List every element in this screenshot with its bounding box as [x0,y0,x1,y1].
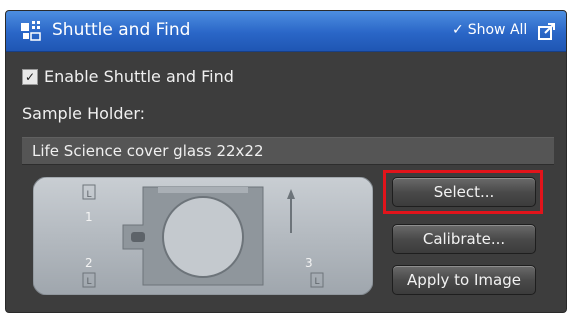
marker-1-letter: L [86,190,91,200]
apply-to-image-button[interactable]: Apply to Image [392,265,536,295]
sample-holder-preview: L 1 2 L 3 L [33,177,373,295]
marker-1-label: 1 [85,210,93,224]
sample-holder-label: Sample Holder: [22,104,146,123]
sample-holder-value: Life Science cover glass 22x22 [32,142,264,160]
calibrate-button[interactable]: Calibrate... [392,224,536,254]
sample-holder-field[interactable]: Life Science cover glass 22x22 [22,137,554,165]
show-all-label: Show All [467,22,528,38]
undock-icon[interactable] [537,21,557,41]
shuttle-find-icon [21,21,41,41]
marker-3-label: 3 [305,256,313,270]
shuttle-and-find-panel: Shuttle and Find ✓ Show All ✓ Enable Shu… [5,10,567,313]
checkmark-icon: ✓ [452,22,464,38]
show-all-toggle[interactable]: ✓ Show All [452,22,527,38]
select-button[interactable]: Select... [392,177,536,207]
enable-checkbox[interactable]: ✓ [22,68,38,85]
panel-header: Shuttle and Find ✓ Show All [6,11,566,52]
marker-3-letter: L [314,277,319,287]
panel-title: Shuttle and Find [52,20,191,40]
marker-2-label: 2 [85,256,93,270]
enable-shuttle-row[interactable]: ✓ Enable Shuttle and Find [22,67,234,86]
marker-2-letter: L [86,277,91,287]
enable-label: Enable Shuttle and Find [44,67,234,86]
